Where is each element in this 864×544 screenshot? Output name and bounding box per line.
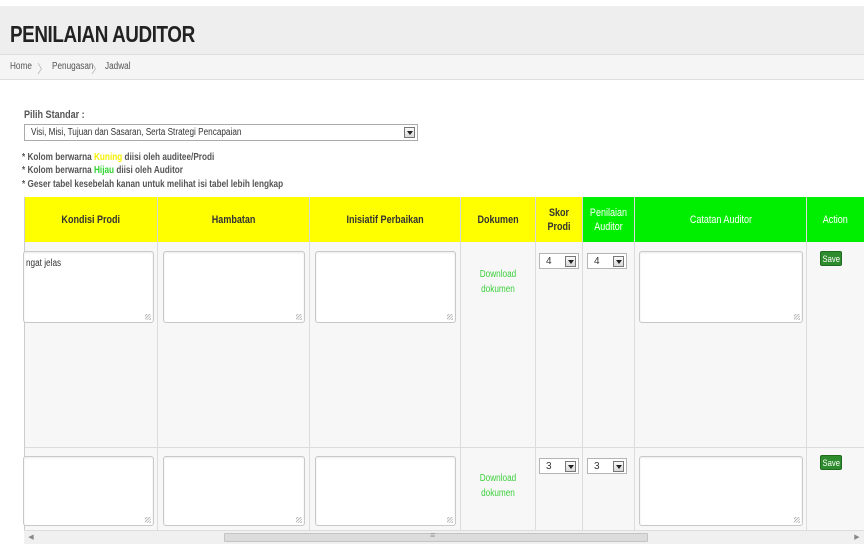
catatan-auditor-textarea[interactable] (639, 251, 803, 323)
scroll-right-icon[interactable]: ▶ (850, 531, 864, 544)
penilaian-auditor-select[interactable]: 3 (587, 458, 627, 474)
header-catatan-auditor: Catatan Auditor (635, 197, 807, 242)
note-green: * Kolom berwarna Hijau diisi oleh Audito… (22, 165, 184, 176)
resize-grip-icon[interactable] (296, 314, 302, 320)
standar-select[interactable]: Visi, Misi, Tujuan dan Sasaran, Serta St… (24, 124, 418, 141)
header-action: Action (807, 197, 864, 242)
resize-grip-icon[interactable] (145, 517, 151, 523)
scroll-left-icon[interactable]: ◀ (24, 531, 38, 544)
penilaian-auditor-select[interactable]: 4 (587, 253, 627, 269)
breadcrumb-home[interactable]: Home (10, 61, 37, 72)
catatan-auditor-textarea[interactable] (639, 456, 803, 526)
resize-grip-icon[interactable] (447, 314, 453, 320)
inisiatif-textarea[interactable] (315, 251, 456, 323)
header-inisiatif: Inisiatif Perbaikan (310, 197, 461, 242)
save-button[interactable]: Save (820, 455, 842, 470)
penilaian-table: Kondisi Prodi Hambatan Inisiatif Perbaik… (23, 197, 864, 530)
kondisi-prodi-textarea[interactable]: ngat jelas (23, 251, 154, 323)
scrollbar-thumb[interactable] (224, 530, 648, 542)
hambatan-textarea[interactable] (163, 251, 305, 323)
column-action (807, 242, 864, 530)
resize-grip-icon[interactable] (145, 314, 151, 320)
standar-selected-value: Visi, Misi, Tujuan dan Sasaran, Serta St… (31, 127, 242, 138)
note-scroll: * Geser tabel kesebelah kanan untuk meli… (22, 179, 284, 190)
column-skor (536, 242, 583, 530)
standar-label: Pilih Standar : (24, 109, 85, 121)
dropdown-arrow-icon[interactable] (404, 127, 415, 138)
title-bar: PENILAIAN AUDITOR (0, 6, 864, 54)
page-title: PENILAIAN AUDITOR (10, 21, 195, 47)
header-skor-prodi: Skor Prodi (536, 197, 583, 242)
header-kondisi-prodi: Kondisi Prodi (25, 197, 158, 242)
inisiatif-textarea[interactable] (315, 456, 456, 526)
download-dokumen-link[interactable]: Download dokumen (461, 471, 535, 501)
header-hambatan: Hambatan (158, 197, 310, 242)
column-penilaian (583, 242, 635, 530)
kondisi-prodi-textarea[interactable] (23, 456, 154, 526)
header-dokumen: Dokumen (461, 197, 536, 242)
download-dokumen-link[interactable]: Download dokumen (461, 267, 535, 297)
chevron-right-icon: 〉 (91, 62, 104, 76)
resize-grip-icon[interactable] (794, 314, 800, 320)
header-penilaian-auditor: Penilaian Auditor (583, 197, 635, 242)
resize-grip-icon[interactable] (447, 517, 453, 523)
kondisi-prodi-text: ngat jelas (26, 258, 62, 269)
breadcrumb: Home 〉 Penugasan 〉 Jadwal (0, 54, 864, 80)
main-content: Pilih Standar : Visi, Misi, Tujuan dan S… (0, 81, 864, 544)
note-yellow: * Kolom berwarna Kuning diisi oleh audit… (22, 152, 215, 163)
dropdown-arrow-icon[interactable] (565, 461, 576, 472)
dropdown-arrow-icon[interactable] (613, 461, 624, 472)
breadcrumb-jadwal[interactable]: Jadwal (105, 61, 136, 72)
row-divider (25, 447, 864, 448)
chevron-right-icon: 〉 (37, 62, 50, 76)
resize-grip-icon[interactable] (296, 517, 302, 523)
skor-prodi-select[interactable]: 3 (539, 458, 579, 474)
skor-prodi-select[interactable]: 4 (539, 253, 579, 269)
hambatan-textarea[interactable] (163, 456, 305, 526)
save-button[interactable]: Save (820, 251, 842, 266)
resize-grip-icon[interactable] (794, 517, 800, 523)
dropdown-arrow-icon[interactable] (613, 256, 624, 267)
dropdown-arrow-icon[interactable] (565, 256, 576, 267)
horizontal-scrollbar[interactable]: ◀ ▶ (24, 530, 864, 544)
